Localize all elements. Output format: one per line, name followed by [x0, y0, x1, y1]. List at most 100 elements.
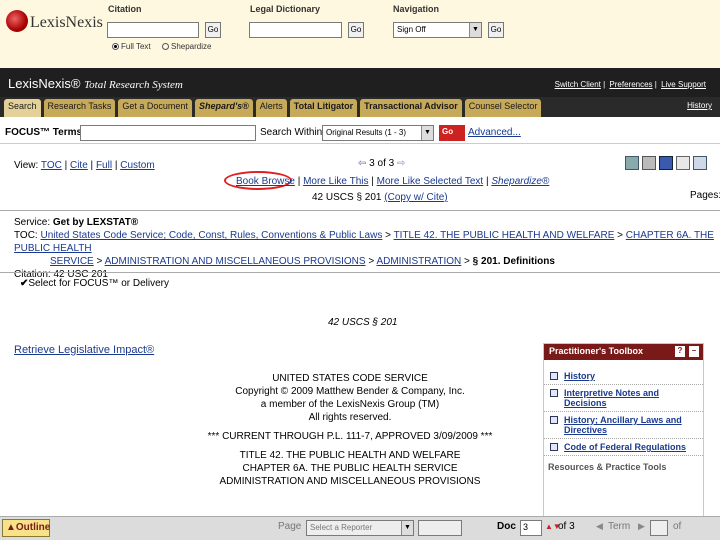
reporter-select[interactable]: Select a Reporter ▼	[306, 520, 414, 536]
focus-terms-input[interactable]	[80, 125, 256, 141]
tab-transactional-advisor[interactable]: Transactional Advisor	[360, 99, 462, 117]
full-text-radio[interactable]: Full Text	[112, 42, 151, 51]
toc-label: TOC:	[14, 230, 38, 241]
advanced-link[interactable]: Advanced...	[468, 127, 521, 138]
view-cite-link[interactable]: Cite	[70, 160, 88, 171]
page-number-input[interactable]	[418, 520, 462, 536]
download-icon[interactable]	[625, 156, 639, 170]
service-label: Service:	[14, 217, 51, 228]
search-within-label: Search Within	[260, 127, 323, 138]
toolbox-download-icon	[550, 389, 558, 397]
toolbox-item-label: History	[564, 371, 596, 381]
toolbox-header: Practitioner's Toolbox ? –	[544, 344, 703, 360]
select-for-delivery-label: Select for FOCUS™ or Delivery	[28, 278, 169, 289]
pages-label: Pages:	[690, 190, 720, 201]
chevron-down-icon: ▼	[421, 126, 433, 140]
tab-counsel-selector[interactable]: Counsel Selector	[464, 99, 542, 117]
switch-client-link[interactable]: Switch Client	[555, 80, 601, 89]
shepardize-radio[interactable]: Shepardize	[162, 42, 211, 51]
shepardize-link[interactable]: Shepardize®	[491, 176, 549, 187]
toolbox-item-history[interactable]: History	[544, 368, 703, 385]
next-doc-arrow-icon[interactable]: ⇨	[397, 158, 405, 169]
doc-total: of 3	[558, 521, 575, 532]
annotate-icon[interactable]	[693, 156, 707, 170]
citation-input[interactable]	[107, 22, 199, 38]
toolbox-item-interpretive-notes[interactable]: Interpretive Notes and Decisions	[544, 385, 703, 412]
citation-label: Citation	[108, 4, 142, 14]
prev-doc-arrow-icon[interactable]: ⇦	[358, 158, 366, 169]
shepardize-label: Shepardize	[171, 42, 212, 51]
main-tabs: Search Research Tasks Get a Document She…	[0, 97, 720, 117]
print-icon[interactable]	[642, 156, 656, 170]
body-line: UNITED STATES CODE SERVICE	[272, 373, 428, 384]
navigation-go-button[interactable]: Go	[488, 22, 504, 38]
live-support-link[interactable]: Live Support	[661, 80, 706, 89]
outline-label: Outline	[15, 522, 51, 533]
toc-link-title-42[interactable]: TITLE 42. THE PUBLIC HEALTH AND WELFARE	[394, 230, 615, 241]
top-search-bar: LexisNexis Citation Go Full Text Shepard…	[0, 0, 720, 68]
document-links: Book Browse | More Like This | More Like…	[236, 176, 550, 187]
tab-get-a-document[interactable]: Get a Document	[118, 99, 192, 117]
preferences-link[interactable]: Preferences	[609, 80, 652, 89]
body-line: Copyright © 2009 Matthew Bender & Compan…	[235, 386, 465, 397]
tab-total-litigator[interactable]: Total Litigator	[289, 99, 358, 117]
toc-link-administration[interactable]: ADMINISTRATION	[376, 256, 461, 267]
doc-number-input[interactable]: 3	[520, 520, 542, 536]
copy-cite-link[interactable]: (Copy w/ Cite)	[384, 192, 447, 203]
search-within-select[interactable]: Original Results (1 - 3) ▼	[322, 125, 434, 141]
toolbox-item-cfr[interactable]: Code of Federal Regulations	[544, 439, 703, 456]
dictionary-go-button[interactable]: Go	[348, 22, 364, 38]
cite-text: 42 USCS § 201	[312, 192, 382, 203]
focus-label: FOCUS™ Terms	[5, 127, 83, 138]
view-toc-link[interactable]: TOC	[41, 160, 62, 171]
history-link[interactable]: History	[687, 101, 712, 110]
outline-button[interactable]: ▲Outline	[2, 519, 50, 537]
select-for-delivery[interactable]: ✔Select for FOCUS™ or Delivery	[20, 278, 169, 289]
divider	[0, 272, 720, 273]
term-number-input[interactable]	[650, 520, 668, 536]
header-links: Switch Client | Preferences | Live Suppo…	[554, 80, 706, 89]
cite-line: 42 USCS § 201 (Copy w/ Cite)	[312, 192, 448, 203]
toolbox-footer: Resources & Practice Tools	[548, 462, 667, 472]
navigation-select[interactable]: Sign Off ▼	[393, 22, 482, 38]
book-browse-link[interactable]: Book Browse	[236, 176, 295, 187]
dictionary-label: Legal Dictionary	[250, 4, 321, 14]
body-line: a member of the LexisNexis Group (TM)	[260, 399, 440, 410]
minimize-icon[interactable]: –	[689, 346, 699, 357]
more-like-this-link[interactable]: More Like This	[303, 176, 368, 187]
toc-link-admin-misc[interactable]: ADMINISTRATION AND MISCELLANEOUS PROVISI…	[105, 256, 366, 267]
lexisnexis-logo[interactable]: LexisNexis	[6, 8, 103, 36]
toolbox-item-ancillary-laws[interactable]: History; Ancillary Laws and Directives	[544, 412, 703, 439]
focus-go-button[interactable]: Go →	[439, 125, 465, 145]
view-full-link[interactable]: Full	[96, 160, 112, 171]
chevron-down-icon: ▼	[401, 521, 413, 535]
doc-label: Doc	[497, 521, 516, 532]
help-icon[interactable]: ?	[675, 346, 685, 357]
toolbox-item-label: History; Ancillary Laws and Directives	[564, 415, 682, 435]
tab-alerts[interactable]: Alerts	[255, 99, 287, 117]
service-value: Get by LEXSTAT®	[52, 217, 139, 228]
dictionary-input[interactable]	[249, 22, 342, 38]
toolbox-item-label: Code of Federal Regulations	[564, 442, 687, 452]
navigation-label: Navigation	[393, 4, 440, 14]
logo-globe-icon	[6, 10, 28, 32]
toc-link-code-service[interactable]: United States Code Service; Code, Const,…	[41, 230, 383, 241]
navigation-select-value: Sign Off	[397, 25, 426, 34]
email-icon[interactable]	[676, 156, 690, 170]
toolbox-item-label: Interpretive Notes and Decisions	[564, 388, 660, 408]
more-like-selected-link[interactable]: More Like Selected Text	[377, 176, 484, 187]
save-icon[interactable]	[659, 156, 673, 170]
tab-research-tasks[interactable]: Research Tasks	[43, 99, 116, 117]
tab-search[interactable]: Search	[4, 99, 41, 117]
citation-go-button[interactable]: Go	[205, 22, 221, 38]
term-prev-icon[interactable]: ◀	[596, 521, 603, 532]
doc-navigator: ⇦ 3 of 3 ⇨	[358, 158, 405, 169]
toc-link-service[interactable]: SERVICE	[50, 256, 94, 267]
term-next-icon[interactable]: ▶	[638, 521, 645, 532]
practitioners-toolbox: Practitioner's Toolbox ? – History Inter…	[543, 343, 704, 518]
view-custom-link[interactable]: Custom	[120, 160, 154, 171]
retrieve-legislative-impact-link[interactable]: Retrieve Legislative Impact®	[14, 344, 154, 356]
logo-text: LexisNexis	[30, 14, 103, 31]
tab-shepards[interactable]: Shepard's®	[194, 99, 253, 117]
focus-go-label: Go	[442, 127, 454, 136]
